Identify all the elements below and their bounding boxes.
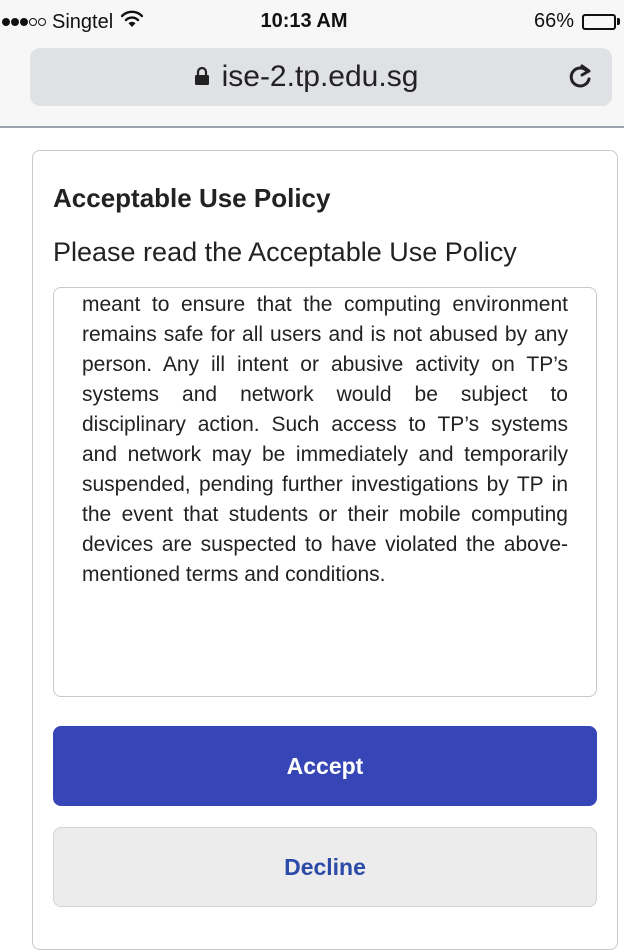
- accept-button[interactable]: Accept: [53, 726, 597, 806]
- instruction-text: Please read the Acceptable Use Policy: [53, 237, 517, 267]
- policy-card: Acceptable Use Policy Please read the Ac…: [32, 150, 618, 950]
- policy-text-scroll-area[interactable]: meant to ensure that the computing envir…: [53, 287, 597, 697]
- status-bar: Singtel 10:13 AM 66%: [0, 0, 624, 44]
- lock-icon: [194, 60, 210, 94]
- status-time: 10:13 AM: [260, 10, 348, 32]
- battery-icon: [582, 13, 620, 30]
- address-bar[interactable]: ise-2.tp.edu.sg: [30, 48, 612, 106]
- browser-toolbar: ise-2.tp.edu.sg: [0, 44, 624, 128]
- policy-text: meant to ensure that the computing envir…: [82, 293, 568, 586]
- url-text: ise-2.tp.edu.sg: [221, 60, 419, 93]
- status-right: 66%: [534, 10, 620, 33]
- battery-percentage: 66%: [533, 10, 574, 32]
- page-title: Acceptable Use Policy: [53, 183, 331, 213]
- reload-icon[interactable]: [566, 62, 594, 97]
- decline-button[interactable]: Decline: [53, 827, 597, 907]
